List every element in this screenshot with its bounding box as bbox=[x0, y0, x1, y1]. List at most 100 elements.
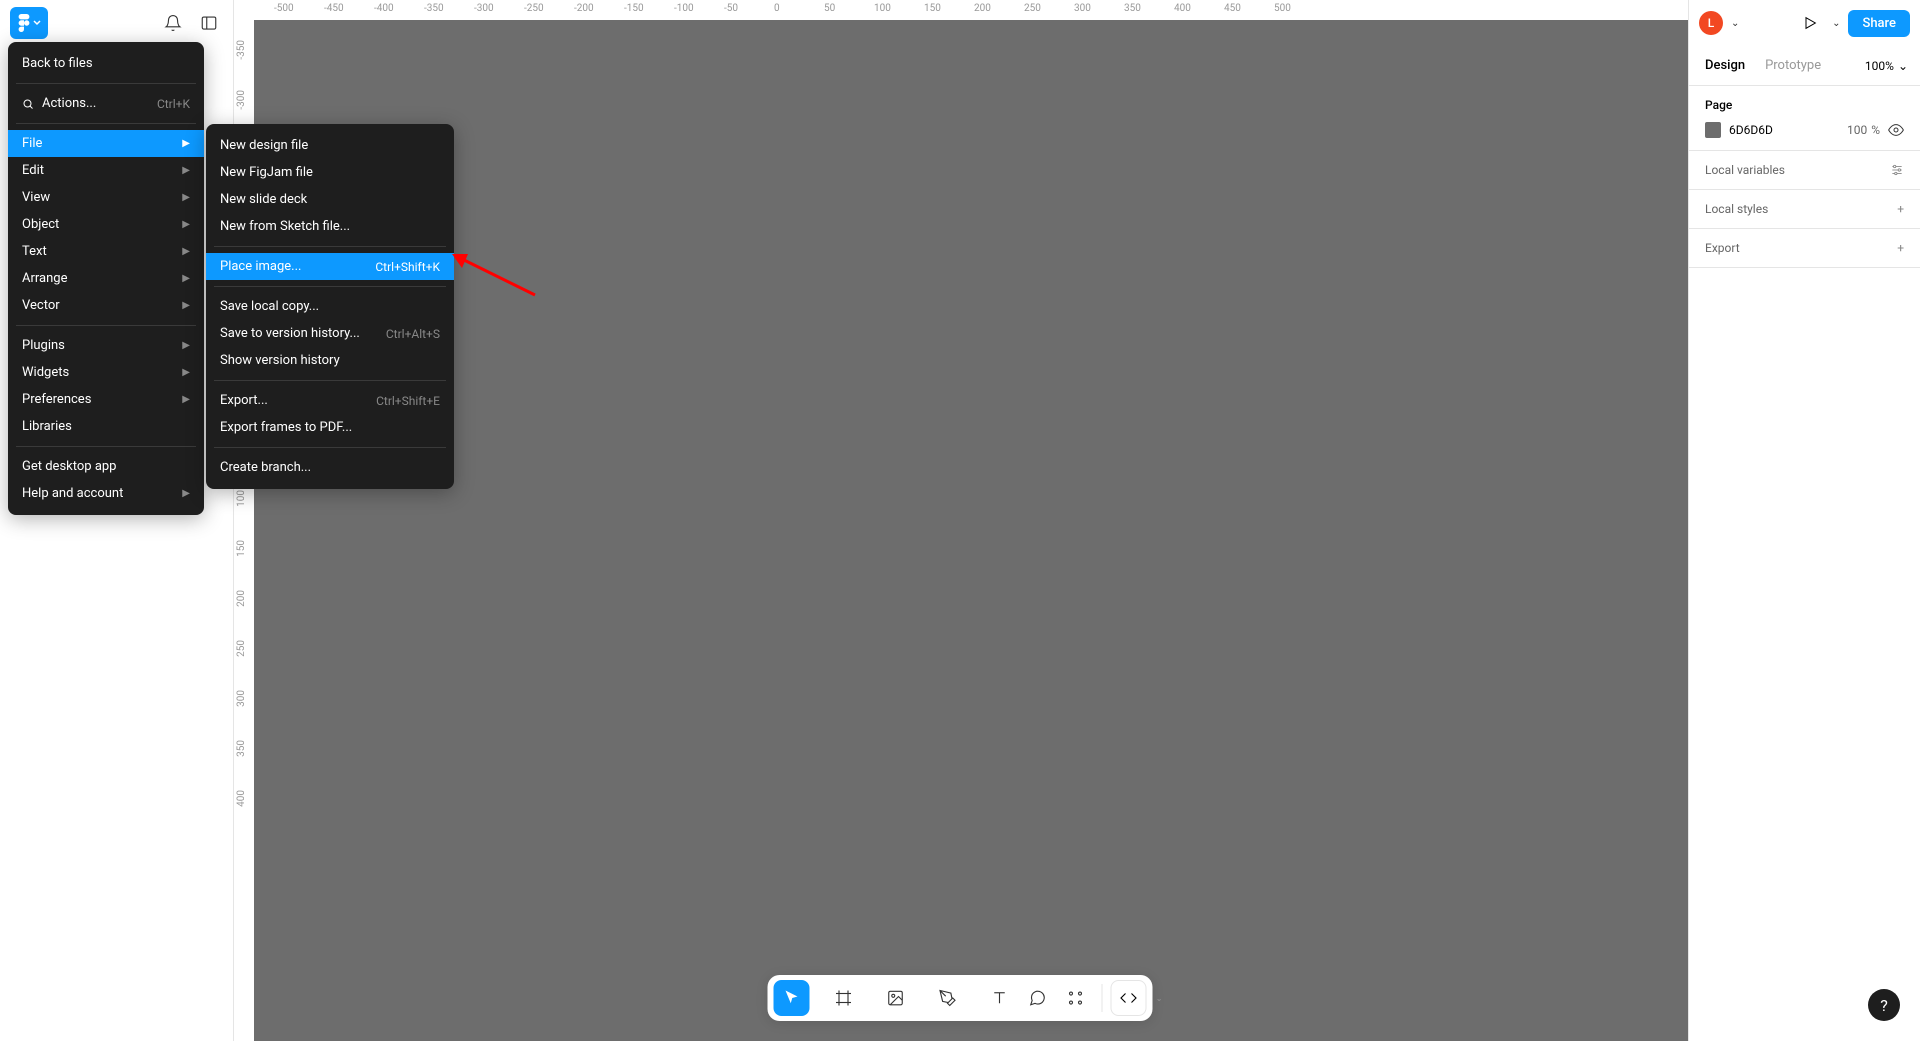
share-button[interactable]: Share bbox=[1848, 10, 1910, 37]
submenu-show-version-history[interactable]: Show version history bbox=[206, 347, 454, 374]
menu-divider bbox=[214, 380, 446, 381]
present-button[interactable] bbox=[1796, 9, 1824, 37]
tool-dev-mode[interactable] bbox=[1111, 980, 1147, 1016]
menu-divider bbox=[214, 286, 446, 287]
section-export[interactable]: Export + bbox=[1689, 229, 1920, 268]
help-button[interactable]: ? bbox=[1868, 989, 1900, 1021]
menu-back-to-files[interactable]: Back to files bbox=[8, 50, 204, 77]
submenu-create-branch[interactable]: Create branch... bbox=[206, 454, 454, 481]
chevron-right-icon: ▶ bbox=[182, 246, 190, 257]
menu-edit[interactable]: Edit ▶ bbox=[8, 157, 204, 184]
menu-divider bbox=[16, 325, 196, 326]
menu-item-label: Get desktop app bbox=[22, 459, 117, 474]
section-local-styles[interactable]: Local styles + bbox=[1689, 190, 1920, 229]
text-icon bbox=[991, 989, 1009, 1007]
right-panel: L ⌄ ⌄ Share Design Prototype 100% ⌄ Page… bbox=[1688, 0, 1920, 1041]
submenu-save-local-copy[interactable]: Save local copy... bbox=[206, 293, 454, 320]
section-label: Local variables bbox=[1705, 163, 1785, 177]
menu-item-label: Save local copy... bbox=[220, 299, 319, 314]
bell-icon bbox=[164, 14, 182, 32]
chevron-down-icon[interactable]: ⌄ bbox=[1832, 18, 1840, 29]
menu-divider bbox=[16, 123, 196, 124]
chevron-right-icon: ▶ bbox=[182, 273, 190, 284]
page-color-row[interactable]: 6D6D6D 100 % bbox=[1705, 122, 1904, 138]
menu-vector[interactable]: Vector ▶ bbox=[8, 292, 204, 319]
submenu-export-frames-pdf[interactable]: Export frames to PDF... bbox=[206, 414, 454, 441]
main-menu-button[interactable] bbox=[10, 7, 48, 39]
submenu-new-figjam-file[interactable]: New FigJam file bbox=[206, 159, 454, 186]
menu-item-label: View bbox=[22, 190, 50, 205]
section-local-variables[interactable]: Local variables bbox=[1689, 151, 1920, 190]
comment-icon bbox=[1029, 989, 1047, 1007]
tool-actions[interactable] bbox=[1058, 980, 1094, 1016]
menu-actions[interactable]: Actions... Ctrl+K bbox=[8, 90, 204, 117]
submenu-new-from-sketch[interactable]: New from Sketch file... bbox=[206, 213, 454, 240]
chevron-right-icon: ▶ bbox=[182, 300, 190, 311]
submenu-save-version-history[interactable]: Save to version history... Ctrl+Alt+S bbox=[206, 320, 454, 347]
menu-shortcut: Ctrl+K bbox=[157, 97, 190, 111]
tool-pen[interactable] bbox=[930, 980, 966, 1016]
menu-help-account[interactable]: Help and account ▶ bbox=[8, 480, 204, 507]
chevron-right-icon: ▶ bbox=[182, 165, 190, 176]
menu-shortcut: Ctrl+Alt+S bbox=[386, 327, 440, 341]
menu-item-label: New design file bbox=[220, 138, 308, 153]
chevron-down-icon: ⌄ bbox=[1898, 59, 1908, 73]
chevron-down-icon[interactable]: ⌄ bbox=[1156, 994, 1163, 1003]
menu-item-label: New from Sketch file... bbox=[220, 219, 350, 234]
visibility-toggle[interactable] bbox=[1888, 122, 1904, 138]
color-swatch[interactable] bbox=[1705, 122, 1721, 138]
sparkle-icon bbox=[1067, 989, 1085, 1007]
menu-file[interactable]: File ▶ bbox=[8, 130, 204, 157]
menu-item-label: New FigJam file bbox=[220, 165, 313, 180]
color-value[interactable]: 6D6D6D bbox=[1729, 123, 1839, 137]
chevron-right-icon: ▶ bbox=[182, 219, 190, 230]
avatar[interactable]: L bbox=[1699, 11, 1723, 35]
menu-item-label: Object bbox=[22, 217, 59, 232]
menu-item-label: Help and account bbox=[22, 486, 123, 501]
menu-text[interactable]: Text ▶ bbox=[8, 238, 204, 265]
menu-item-label: Actions... bbox=[22, 96, 96, 111]
menu-object[interactable]: Object ▶ bbox=[8, 211, 204, 238]
chevron-right-icon: ▶ bbox=[182, 192, 190, 203]
submenu-export[interactable]: Export... Ctrl+Shift+E bbox=[206, 387, 454, 414]
menu-view[interactable]: View ▶ bbox=[8, 184, 204, 211]
chevron-right-icon: ▶ bbox=[182, 138, 190, 149]
menu-item-label: New slide deck bbox=[220, 192, 307, 207]
menu-item-label: Export frames to PDF... bbox=[220, 420, 352, 435]
chevron-right-icon: ▶ bbox=[182, 340, 190, 351]
zoom-dropdown[interactable]: 100% ⌄ bbox=[1865, 59, 1908, 73]
menu-item-label: Export... bbox=[220, 393, 268, 408]
menu-preferences[interactable]: Preferences ▶ bbox=[8, 386, 204, 413]
menu-item-label: Text bbox=[22, 244, 47, 259]
panel-toggle-button[interactable] bbox=[195, 9, 223, 37]
tool-comment[interactable] bbox=[1020, 980, 1056, 1016]
chevron-down-icon[interactable]: ⌄ bbox=[1731, 18, 1739, 29]
submenu-new-slide-deck[interactable]: New slide deck bbox=[206, 186, 454, 213]
menu-item-label: Widgets bbox=[22, 365, 69, 380]
menu-libraries[interactable]: Libraries bbox=[8, 413, 204, 440]
section-page: Page 6D6D6D 100 % bbox=[1689, 86, 1920, 151]
menu-item-label: Plugins bbox=[22, 338, 65, 353]
notifications-button[interactable] bbox=[159, 9, 187, 37]
tab-prototype[interactable]: Prototype bbox=[1761, 54, 1825, 77]
submenu-new-design-file[interactable]: New design file bbox=[206, 132, 454, 159]
menu-shortcut: Ctrl+Shift+K bbox=[375, 260, 440, 274]
menu-get-desktop-app[interactable]: Get desktop app bbox=[8, 453, 204, 480]
menu-widgets[interactable]: Widgets ▶ bbox=[8, 359, 204, 386]
menu-arrange[interactable]: Arrange ▶ bbox=[8, 265, 204, 292]
menu-item-label: Libraries bbox=[22, 419, 72, 434]
chevron-down-icon bbox=[33, 19, 41, 27]
canvas[interactable] bbox=[254, 20, 1688, 1041]
menu-item-label: Vector bbox=[22, 298, 60, 313]
menu-divider bbox=[214, 447, 446, 448]
section-label: Local styles bbox=[1705, 202, 1768, 216]
tool-frame[interactable] bbox=[826, 980, 862, 1016]
tab-design[interactable]: Design bbox=[1701, 54, 1749, 77]
submenu-place-image[interactable]: Place image... Ctrl+Shift+K bbox=[206, 253, 454, 280]
menu-plugins[interactable]: Plugins ▶ bbox=[8, 332, 204, 359]
menu-divider bbox=[16, 83, 196, 84]
tool-text[interactable] bbox=[982, 980, 1018, 1016]
opacity-value[interactable]: 100 % bbox=[1847, 123, 1880, 137]
tool-move[interactable] bbox=[774, 980, 810, 1016]
tool-shape[interactable] bbox=[878, 980, 914, 1016]
